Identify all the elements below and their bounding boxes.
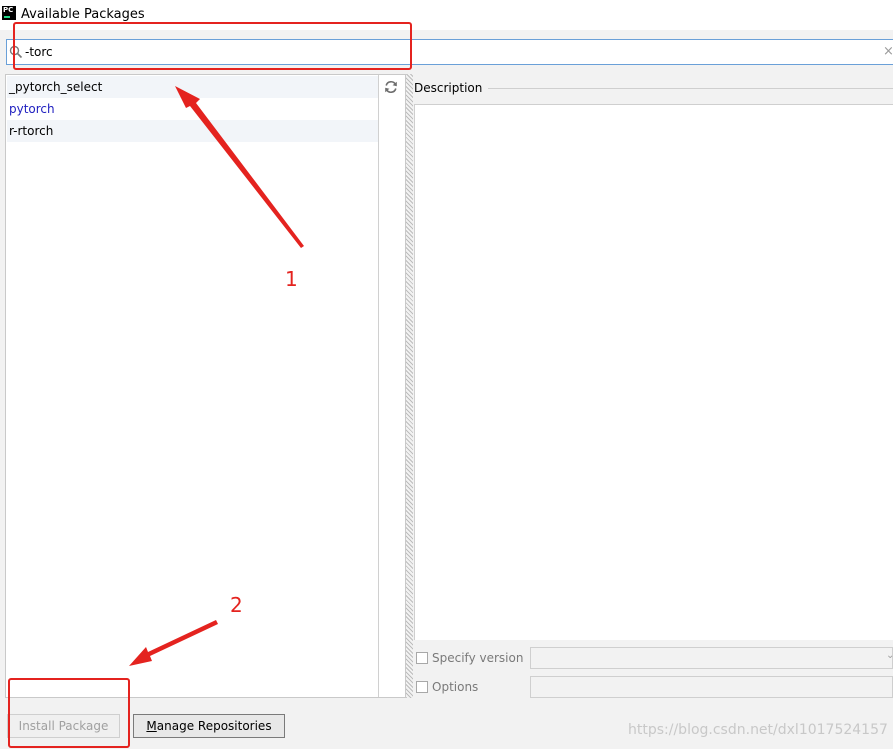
manage-repositories-button[interactable]: Manage Repositories <box>133 714 285 738</box>
annotation-number-1: 1 <box>285 267 298 291</box>
options-checkbox[interactable] <box>416 681 428 693</box>
manage-mnemonic: M <box>146 719 157 733</box>
specify-version-label: Specify version <box>432 651 524 665</box>
app-icon-bar <box>4 16 10 18</box>
refresh-icon[interactable] <box>382 78 400 96</box>
manage-label: anage Repositories <box>156 719 272 733</box>
pycharm-app-icon: PC <box>2 6 16 20</box>
annotation-box-search <box>13 22 412 70</box>
description-separator <box>480 88 893 89</box>
list-item[interactable]: r-rtorch <box>7 120 379 142</box>
specify-version-checkbox[interactable] <box>416 652 428 664</box>
panel-splitter[interactable] <box>406 74 413 698</box>
annotation-number-2: 2 <box>230 593 243 617</box>
list-item[interactable]: _pytorch_select <box>7 76 379 98</box>
version-select[interactable] <box>530 647 893 669</box>
options-label: Options <box>432 680 479 694</box>
list-divider <box>378 75 379 697</box>
package-list[interactable]: _pytorch_select pytorch r-rtorch <box>5 74 406 698</box>
annotation-box-install <box>8 678 130 748</box>
options-field[interactable] <box>530 676 893 698</box>
description-label: Description <box>414 80 489 96</box>
list-item[interactable]: pytorch <box>7 98 379 120</box>
app-icon-text: PC <box>3 6 14 14</box>
chevron-down-icon[interactable]: ⌄ <box>886 650 893 661</box>
close-icon[interactable]: × <box>883 44 893 60</box>
description-panel <box>414 104 893 640</box>
watermark: https://blog.csdn.net/dxl1017524157 <box>628 722 888 738</box>
